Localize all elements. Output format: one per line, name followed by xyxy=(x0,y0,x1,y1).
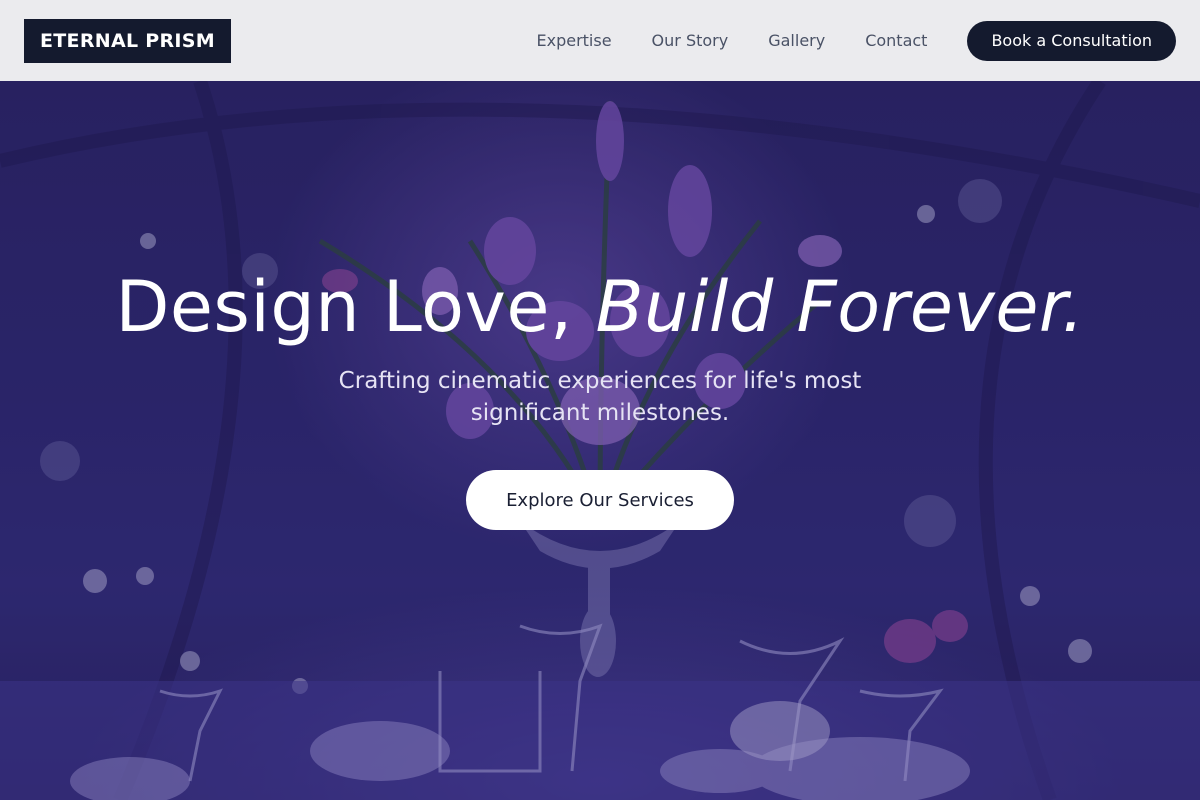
nav-link-contact[interactable]: Contact xyxy=(865,31,927,50)
hero-section: Design Love, Build Forever. Crafting cin… xyxy=(0,81,1200,800)
brand-logo[interactable]: ETERNAL PRISM xyxy=(24,18,231,63)
explore-services-button[interactable]: Explore Our Services xyxy=(466,470,734,530)
site-header: ETERNAL PRISM Expertise Our Story Galler… xyxy=(0,0,1200,81)
hero-content: Design Love, Build Forever. Crafting cin… xyxy=(0,81,1200,800)
nav-link-expertise[interactable]: Expertise xyxy=(536,31,611,50)
hero-title-italic: Build Forever. xyxy=(595,266,1085,348)
book-consultation-button[interactable]: Book a Consultation xyxy=(967,20,1176,61)
hero-subtitle: Crafting cinematic experiences for life'… xyxy=(338,368,862,426)
main-nav: Expertise Our Story Gallery Contact Book… xyxy=(536,20,1176,61)
hero-title-plain: Design Love, xyxy=(115,266,596,348)
nav-link-gallery[interactable]: Gallery xyxy=(768,31,825,50)
nav-link-our-story[interactable]: Our Story xyxy=(652,31,729,50)
hero-title: Design Love, Build Forever. xyxy=(0,267,1200,347)
